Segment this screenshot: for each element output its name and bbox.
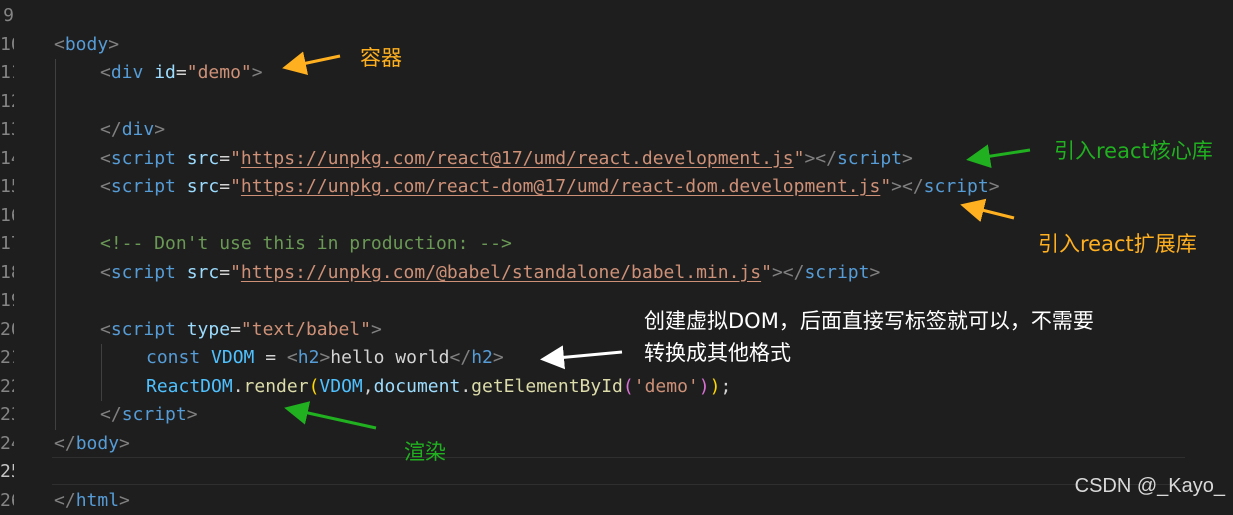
annotation-vdom-line2: 转换成其他格式 bbox=[644, 338, 791, 368]
arrow-to-container bbox=[288, 56, 340, 67]
arrow-to-render bbox=[290, 409, 376, 428]
watermark: CSDN @_Kayo_ bbox=[1075, 475, 1225, 498]
annotation-vdom-line1: 创建虚拟DOM，后面直接写标签就可以，不需要 bbox=[644, 306, 1094, 336]
arrow-to-react-core bbox=[972, 150, 1030, 159]
annotation-container: 容器 bbox=[360, 43, 402, 73]
arrow-to-react-ext bbox=[966, 206, 1014, 218]
annotation-render: 渲染 bbox=[404, 437, 446, 467]
annotation-react-ext: 引入react扩展库 bbox=[1038, 229, 1197, 259]
arrow-to-vdom bbox=[546, 352, 622, 359]
annotation-react-core: 引入react核心库 bbox=[1054, 136, 1213, 166]
